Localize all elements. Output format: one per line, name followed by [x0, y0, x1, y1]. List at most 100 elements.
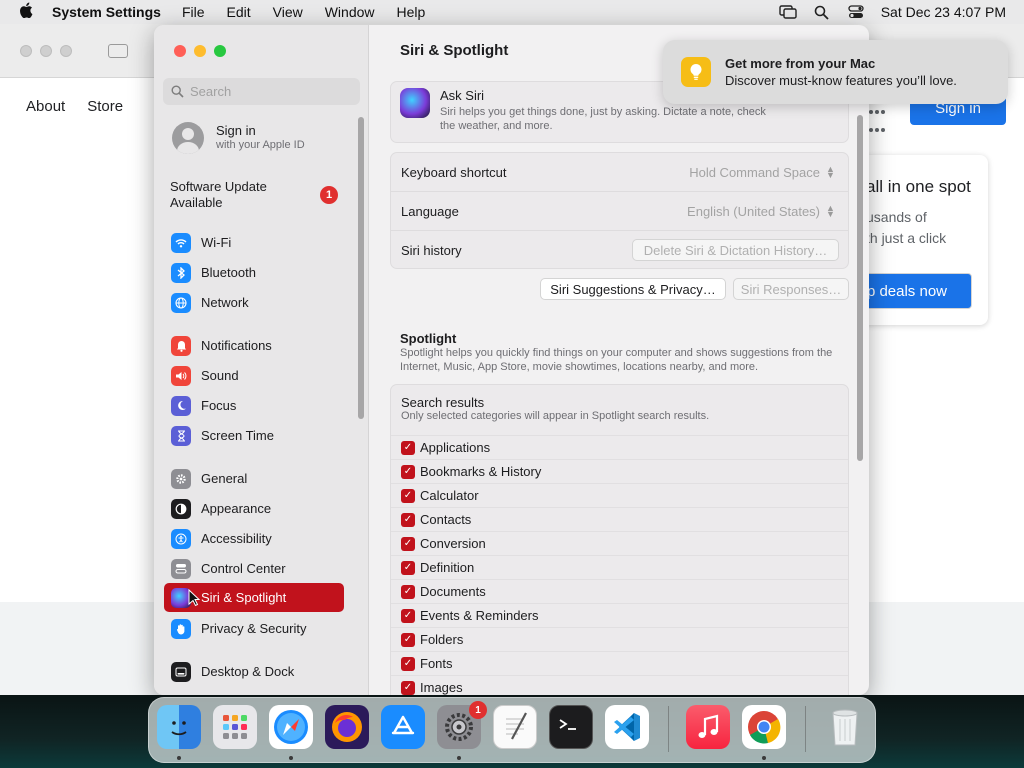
- category-contacts[interactable]: ✓ Contacts: [391, 507, 848, 531]
- menu-bar: System Settings File Edit View Window He…: [0, 0, 1024, 24]
- mouse-cursor-icon: [188, 589, 200, 607]
- search-icon: [171, 85, 184, 98]
- sidebar-item-network[interactable]: Network: [164, 288, 344, 317]
- siri-settings-group: Keyboard shortcut Hold Command Space ▲ ▼ …: [390, 152, 849, 269]
- language-popup[interactable]: English (United States) ▲ ▼: [687, 204, 835, 219]
- siri-icon: [400, 88, 430, 118]
- category-fonts[interactable]: ✓ Fonts: [391, 651, 848, 675]
- menu-clock[interactable]: Sat Dec 23 4:07 PM: [881, 4, 1006, 20]
- software-update-item[interactable]: Software Update Available: [170, 179, 267, 211]
- chrome-icon[interactable]: [742, 705, 786, 749]
- update-line-1: Software Update: [170, 179, 267, 194]
- bell-icon: [171, 335, 191, 356]
- apps-grid-icon[interactable]: [868, 102, 888, 132]
- category-calculator[interactable]: ✓ Calculator: [391, 483, 848, 507]
- control-center-icon[interactable]: [839, 5, 873, 19]
- sidebar-item-appearance[interactable]: Appearance: [164, 494, 344, 523]
- content-scrollbar[interactable]: [857, 115, 863, 461]
- checkbox-checked-icon[interactable]: ✓: [401, 464, 415, 479]
- about-link[interactable]: About: [26, 98, 65, 115]
- hourglass-icon: [171, 425, 191, 446]
- sidebar-item-wifi[interactable]: Wi-Fi: [164, 228, 344, 257]
- zoom-button[interactable]: [214, 45, 226, 57]
- checkbox-checked-icon[interactable]: ✓: [401, 584, 415, 599]
- store-link[interactable]: Store: [87, 98, 123, 115]
- checkbox-checked-icon[interactable]: ✓: [401, 680, 415, 695]
- account-title: Sign in: [216, 123, 256, 138]
- sidebar-item-bluetooth[interactable]: Bluetooth: [164, 258, 344, 287]
- finder-icon[interactable]: [157, 705, 201, 749]
- siri-responses-button[interactable]: Siri Responses…: [733, 278, 849, 300]
- browser-zoom-button[interactable]: [60, 44, 72, 57]
- search-input[interactable]: [190, 84, 340, 99]
- notification-banner[interactable]: Get more from your Mac Discover must-kno…: [663, 40, 1008, 104]
- sidebar-item-screen-time[interactable]: Screen Time: [164, 421, 344, 450]
- checkbox-checked-icon[interactable]: ✓: [401, 560, 415, 575]
- category-label: Documents: [420, 584, 486, 599]
- category-conversion[interactable]: ✓ Conversion: [391, 531, 848, 555]
- checkbox-checked-icon[interactable]: ✓: [401, 632, 415, 647]
- menu-view[interactable]: View: [273, 4, 303, 20]
- sidebar-item-accessibility[interactable]: Accessibility: [164, 524, 344, 553]
- avatar: [172, 122, 204, 154]
- browser-minimize-button[interactable]: [40, 44, 52, 57]
- menu-app-name[interactable]: System Settings: [52, 4, 161, 20]
- close-button[interactable]: [174, 45, 186, 57]
- siri-suggestions-privacy-button[interactable]: Siri Suggestions & Privacy…: [540, 278, 726, 300]
- trash-icon[interactable]: [823, 705, 867, 749]
- dock-update-badge: 1: [469, 701, 487, 719]
- chevron-updown-icon: ▲ ▼: [826, 164, 835, 180]
- vscode-icon[interactable]: [605, 705, 649, 749]
- sidebar-item-label: Sound: [201, 368, 239, 383]
- checkbox-checked-icon[interactable]: ✓: [401, 608, 415, 623]
- category-folders[interactable]: ✓ Folders: [391, 627, 848, 651]
- sidebar-item-general[interactable]: General: [164, 464, 344, 493]
- checkbox-checked-icon[interactable]: ✓: [401, 440, 415, 455]
- apple-menu-icon[interactable]: [0, 2, 52, 22]
- category-definition[interactable]: ✓ Definition: [391, 555, 848, 579]
- sidebar-item-sound[interactable]: Sound: [164, 361, 344, 390]
- checkbox-checked-icon[interactable]: ✓: [401, 536, 415, 551]
- category-label: Images: [420, 680, 463, 695]
- sidebar-toggle-icon[interactable]: [108, 43, 128, 58]
- sidebar-scrollbar[interactable]: [358, 117, 364, 419]
- textedit-icon[interactable]: [493, 705, 537, 749]
- apple-id-sign-in[interactable]: Sign in with your Apple ID: [172, 122, 305, 154]
- category-label: Definition: [420, 560, 475, 575]
- sidebar-item-privacy-security[interactable]: Privacy & Security: [164, 614, 344, 643]
- menu-file[interactable]: File: [182, 4, 205, 20]
- checkbox-checked-icon[interactable]: ✓: [401, 512, 415, 527]
- sidebar-item-notifications[interactable]: Notifications: [164, 331, 344, 360]
- sidebar-item-desktop-dock[interactable]: Desktop & Dock: [164, 657, 344, 686]
- sidebar-item-label: General: [201, 471, 248, 486]
- menu-edit[interactable]: Edit: [227, 4, 251, 20]
- checkbox-checked-icon[interactable]: ✓: [401, 656, 415, 671]
- terminal-icon[interactable]: [549, 705, 593, 749]
- launchpad-icon[interactable]: [213, 705, 257, 749]
- menu-window[interactable]: Window: [325, 4, 375, 20]
- app-store-icon[interactable]: [381, 705, 425, 749]
- keyboard-shortcut-popup[interactable]: Hold Command Space ▲ ▼: [689, 164, 835, 180]
- sidebar-search-field[interactable]: [163, 78, 360, 105]
- menu-help[interactable]: Help: [397, 4, 426, 20]
- spotlight-search-icon[interactable]: [805, 5, 839, 20]
- minimize-button[interactable]: [194, 45, 206, 57]
- sidebar-item-control-center[interactable]: Control Center: [164, 554, 344, 583]
- browser-close-button[interactable]: [20, 44, 32, 57]
- category-images[interactable]: ✓ Images: [391, 675, 848, 695]
- safari-icon[interactable]: [269, 705, 313, 749]
- category-documents[interactable]: ✓ Documents: [391, 579, 848, 603]
- music-icon[interactable]: [686, 705, 730, 749]
- sidebar-item-focus[interactable]: Focus: [164, 391, 344, 420]
- checkbox-checked-icon[interactable]: ✓: [401, 488, 415, 503]
- category-events-reminders[interactable]: ✓ Events & Reminders: [391, 603, 848, 627]
- firefox-icon[interactable]: [325, 705, 369, 749]
- category-label: Events & Reminders: [420, 608, 539, 623]
- screen-mirroring-icon[interactable]: [771, 5, 805, 19]
- sidebar-item-label: Privacy & Security: [201, 621, 307, 636]
- promo-button[interactable]: p deals now: [860, 273, 972, 309]
- delete-siri-history-button[interactable]: Delete Siri & Dictation History…: [632, 239, 839, 261]
- category-applications[interactable]: ✓ Applications: [391, 435, 848, 459]
- category-bookmarks-history[interactable]: ✓ Bookmarks & History: [391, 459, 848, 483]
- spotlight-description: Spotlight helps you quickly find things …: [400, 347, 833, 373]
